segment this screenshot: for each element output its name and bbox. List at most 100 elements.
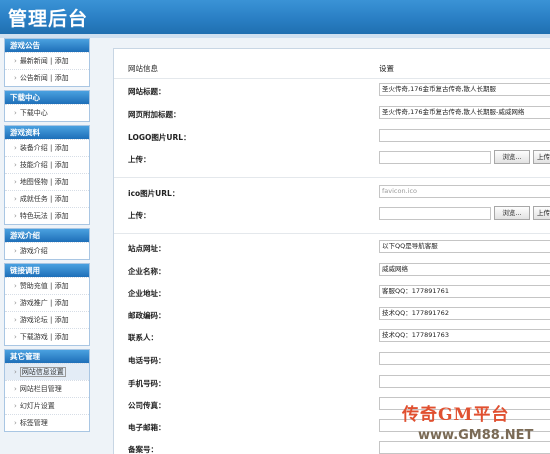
sidebar-section-title[interactable]: 链接调用 bbox=[5, 264, 89, 277]
sidebar-section-title[interactable]: 游戏介绍 bbox=[5, 229, 89, 242]
site-title-input[interactable]: 圣火传奇,176金币复古传奇,散人长期服 bbox=[379, 83, 550, 96]
sidebar-section: 其它管理 › 网站信息设置 › 网站栏目管理 › 幻灯片设置 › 标签管理 bbox=[4, 349, 90, 432]
sidebar-section-title[interactable]: 游戏资料 bbox=[5, 126, 89, 139]
contact-label: 联系人： bbox=[128, 333, 158, 342]
sidebar-item-add-link[interactable]: 添加 bbox=[55, 195, 69, 203]
sidebar-item-add-link[interactable]: 添加 bbox=[55, 299, 69, 307]
row-mobile: 手机号码： bbox=[114, 373, 550, 393]
sidebar: 游戏公告 › 最新新闻 | 添加 › 公告新闻 | 添加 下载中心 › 下载中心 游戏资料 › 装备… bbox=[4, 38, 90, 454]
sidebar-item-add-link[interactable]: 添加 bbox=[55, 333, 69, 341]
sidebar-item-link[interactable]: 公告新闻 bbox=[20, 74, 48, 82]
sidebar-item: › 最新新闻 | 添加 bbox=[5, 52, 89, 69]
sidebar-item-link[interactable]: 赞助充值 bbox=[20, 282, 48, 290]
logo-upload-label: 上传： bbox=[128, 155, 151, 164]
sidebar-item-add-link[interactable]: 添加 bbox=[55, 57, 69, 65]
site-sub-title-input[interactable]: 圣火传奇,176金币复古传奇,散人长期服-威威网络 bbox=[379, 106, 550, 119]
sidebar-item-link[interactable]: 下载中心 bbox=[20, 109, 48, 117]
logo-url-input[interactable] bbox=[379, 129, 550, 142]
sidebar-item-add-link[interactable]: 添加 bbox=[55, 74, 69, 82]
logo-file-input[interactable] bbox=[379, 151, 491, 164]
sidebar-item-link[interactable]: 游戏介绍 bbox=[20, 247, 48, 255]
sidebar-item: › 网站信息设置 bbox=[5, 363, 89, 380]
sidebar-item: › 公告新闻 | 添加 bbox=[5, 69, 89, 86]
bullet-icon: › bbox=[14, 333, 17, 341]
separator: | bbox=[47, 178, 55, 186]
company-input[interactable]: 威威网络 bbox=[379, 263, 550, 276]
sidebar-section-title[interactable]: 下载中心 bbox=[5, 91, 89, 104]
sidebar-item: › 成就任务 | 添加 bbox=[5, 190, 89, 207]
sidebar-item-link[interactable]: 游戏论坛 bbox=[20, 316, 48, 324]
sidebar-item: › 下载中心 bbox=[5, 104, 89, 121]
sidebar-section: 游戏资料 › 装备介绍 | 添加 › 技能介绍 | 添加 › 地图怪物 | 添加 › 成就任务 … bbox=[4, 125, 90, 225]
ico-file-input[interactable] bbox=[379, 207, 491, 220]
column-header-info: 网站信息 bbox=[128, 64, 158, 73]
sidebar-item-link[interactable]: 网站栏目管理 bbox=[20, 385, 62, 393]
separator: | bbox=[47, 282, 55, 290]
address-input[interactable]: 客服QQ：177891761 bbox=[379, 285, 550, 298]
sidebar-item-link[interactable]: 下载游戏 bbox=[20, 333, 48, 341]
separator: | bbox=[47, 195, 55, 203]
bullet-icon: › bbox=[14, 109, 17, 117]
row-logo-url: LOGO图片URL： bbox=[114, 127, 550, 147]
sidebar-item: › 技能介绍 | 添加 bbox=[5, 156, 89, 173]
logo-browse-button[interactable]: 浏览... bbox=[494, 150, 530, 164]
bullet-icon: › bbox=[14, 419, 17, 427]
sidebar-item-link[interactable]: 幻灯片设置 bbox=[20, 402, 55, 410]
separator: | bbox=[47, 74, 55, 82]
bullet-icon: › bbox=[14, 299, 17, 307]
sidebar-item-link[interactable]: 技能介绍 bbox=[20, 161, 48, 169]
separator: | bbox=[47, 161, 55, 169]
sidebar-item: › 装备介绍 | 添加 bbox=[5, 139, 89, 156]
separator: | bbox=[47, 316, 55, 324]
sidebar-item-link[interactable]: 地图怪物 bbox=[20, 178, 48, 186]
page-title: 管理后台 bbox=[8, 8, 89, 30]
sidebar-item-link[interactable]: 标签管理 bbox=[20, 419, 48, 427]
watermark-url: www.GM88.NET bbox=[418, 428, 534, 443]
row-ico-url: ico图片URL： favicon.ico bbox=[114, 183, 550, 203]
separator: | bbox=[47, 212, 55, 220]
sidebar-section-title[interactable]: 游戏公告 bbox=[5, 39, 89, 52]
sidebar-section: 游戏公告 › 最新新闻 | 添加 › 公告新闻 | 添加 bbox=[4, 38, 90, 87]
email-label: 电子邮箱： bbox=[128, 423, 166, 432]
logo-upload-button[interactable]: 上传 bbox=[533, 150, 550, 164]
sidebar-item-link[interactable]: 成就任务 bbox=[20, 195, 48, 203]
sidebar-item: › 下载游戏 | 添加 bbox=[5, 328, 89, 345]
sidebar-section-title[interactable]: 其它管理 bbox=[5, 350, 89, 363]
mobile-label: 手机号码： bbox=[128, 379, 166, 388]
contact-input[interactable]: 技术QQ：177891763 bbox=[379, 329, 550, 342]
separator: | bbox=[47, 333, 55, 341]
settings-form: 网站信息 设置 网站标题： 圣火传奇,176金币复古传奇,散人长期服 网页附加标… bbox=[113, 48, 550, 454]
sidebar-item-add-link[interactable]: 添加 bbox=[55, 282, 69, 290]
sidebar-item-add-link[interactable]: 添加 bbox=[55, 316, 69, 324]
sidebar-item-link[interactable]: 网站信息设置 bbox=[19, 367, 66, 377]
sidebar-item: › 地图怪物 | 添加 bbox=[5, 173, 89, 190]
icp-label: 备案号： bbox=[128, 445, 158, 454]
row-address: 企业地址： 客服QQ：177891761 bbox=[114, 283, 550, 303]
bullet-icon: › bbox=[14, 368, 17, 376]
phone-input[interactable] bbox=[379, 352, 550, 365]
bullet-icon: › bbox=[14, 161, 17, 169]
sidebar-item-add-link[interactable]: 添加 bbox=[55, 178, 69, 186]
row-contact: 联系人： 技术QQ：177891763 bbox=[114, 327, 550, 347]
sidebar-item-link[interactable]: 最新新闻 bbox=[20, 57, 48, 65]
ico-browse-button[interactable]: 浏览... bbox=[494, 206, 530, 220]
watermark-logo: 传奇GM平台 www.GM88.NET bbox=[402, 398, 550, 454]
row-company: 企业名称： 威威网络 bbox=[114, 261, 550, 281]
sidebar-item-link[interactable]: 特色玩法 bbox=[20, 212, 48, 220]
bullet-icon: › bbox=[14, 178, 17, 186]
bullet-icon: › bbox=[14, 282, 17, 290]
sidebar-item-add-link[interactable]: 添加 bbox=[55, 212, 69, 220]
sidebar-item-link[interactable]: 游戏推广 bbox=[20, 299, 48, 307]
row-site-url: 站点网址： 以下QQ是导航客服 bbox=[114, 238, 550, 258]
site-sub-title-label: 网页附加标题： bbox=[128, 110, 181, 119]
site-title-label: 网站标题： bbox=[128, 87, 166, 96]
ico-url-input[interactable]: favicon.ico bbox=[379, 185, 550, 198]
sidebar-item-add-link[interactable]: 添加 bbox=[55, 144, 69, 152]
sidebar-item-add-link[interactable]: 添加 bbox=[55, 161, 69, 169]
postcode-input[interactable]: 技术QQ：177891762 bbox=[379, 307, 550, 320]
sidebar-item: › 幻灯片设置 bbox=[5, 397, 89, 414]
mobile-input[interactable] bbox=[379, 375, 550, 388]
ico-upload-button[interactable]: 上传 bbox=[533, 206, 550, 220]
site-url-input[interactable]: 以下QQ是导航客服 bbox=[379, 240, 550, 253]
sidebar-item-link[interactable]: 装备介绍 bbox=[20, 144, 48, 152]
